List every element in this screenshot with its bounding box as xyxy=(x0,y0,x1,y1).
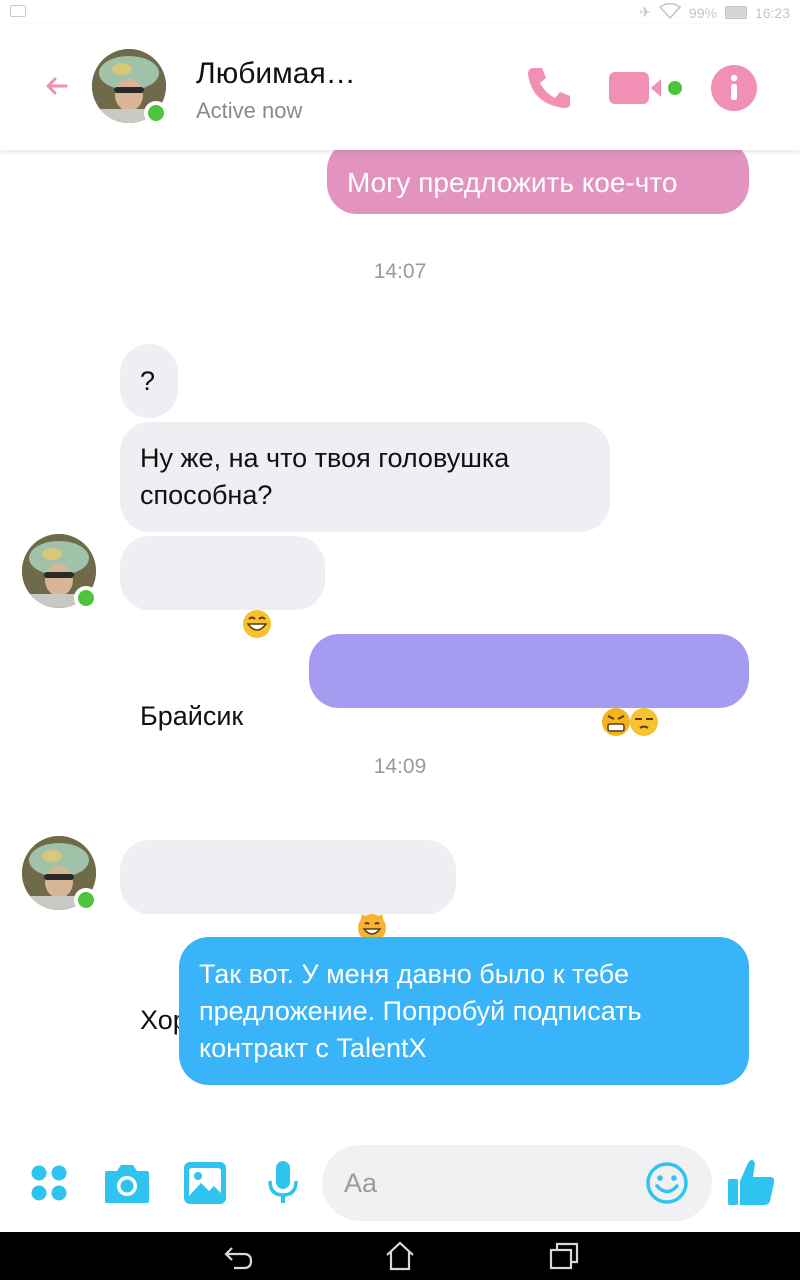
incoming-message[interactable]: Брайсик xyxy=(120,536,325,731)
angry-face-emoji-icon xyxy=(601,708,630,736)
back-arrow-icon[interactable] xyxy=(40,70,72,102)
online-status-dot xyxy=(144,101,168,125)
video-camera-icon[interactable] xyxy=(609,68,685,113)
notification-image-icon xyxy=(10,5,26,17)
phone-icon[interactable] xyxy=(524,64,574,115)
message-list[interactable]: Могу предложить кое-что 14:07 ? Ну же, н… xyxy=(0,150,800,1135)
microphone-icon[interactable] xyxy=(266,1159,300,1212)
outgoing-message[interactable]: Могу предложить кое-что xyxy=(327,150,749,214)
message-text: Брайсик xyxy=(140,701,244,731)
unamused-face-emoji-icon xyxy=(629,708,658,736)
nav-back-icon[interactable] xyxy=(222,1240,254,1277)
nav-recents-icon[interactable] xyxy=(548,1240,580,1277)
incoming-message[interactable]: ? xyxy=(120,344,178,418)
contact-avatar-small[interactable] xyxy=(22,534,98,610)
battery-icon xyxy=(724,6,747,19)
contact-avatar[interactable] xyxy=(92,49,168,125)
gallery-icon[interactable] xyxy=(183,1161,227,1210)
contact-avatar-small[interactable] xyxy=(22,836,98,912)
online-status-dot xyxy=(74,586,98,610)
incoming-message[interactable]: Ну же, на что твоя головушка способна? xyxy=(120,422,610,532)
conversation-header: Любимая… Active now xyxy=(0,24,800,150)
message-composer xyxy=(0,1135,800,1232)
active-status: Active now xyxy=(196,98,303,123)
clock: 16:23 xyxy=(754,4,790,21)
info-icon[interactable] xyxy=(710,64,758,117)
incoming-message[interactable]: Хорошо, Брайсик xyxy=(120,840,456,1035)
message-text: Не называй меня так xyxy=(337,799,602,829)
menu-dots-icon[interactable] xyxy=(31,1164,67,1207)
thumbs-up-icon[interactable] xyxy=(726,1157,776,1212)
wifi-icon xyxy=(658,2,682,22)
emoji-icon[interactable] xyxy=(645,1161,689,1210)
system-navigation-bar xyxy=(0,1232,800,1280)
status-bar: ✈ 99% 16:23 xyxy=(0,0,800,24)
contact-name[interactable]: Любимая… xyxy=(196,57,356,91)
timestamp: 14:09 xyxy=(373,755,427,778)
nav-home-icon[interactable] xyxy=(384,1240,416,1277)
camera-icon[interactable] xyxy=(103,1161,151,1210)
battery-percent: 99% xyxy=(688,4,717,21)
timestamp: 14:07 xyxy=(373,260,427,283)
outgoing-message[interactable]: Так вот. У меня давно было к тебе предло… xyxy=(179,937,749,1085)
airplane-mode-icon: ✈ xyxy=(639,4,651,20)
outgoing-message[interactable]: Не называй меня так xyxy=(309,634,749,829)
grinning-face-emoji-icon xyxy=(243,610,272,638)
online-status-dot xyxy=(74,888,98,912)
